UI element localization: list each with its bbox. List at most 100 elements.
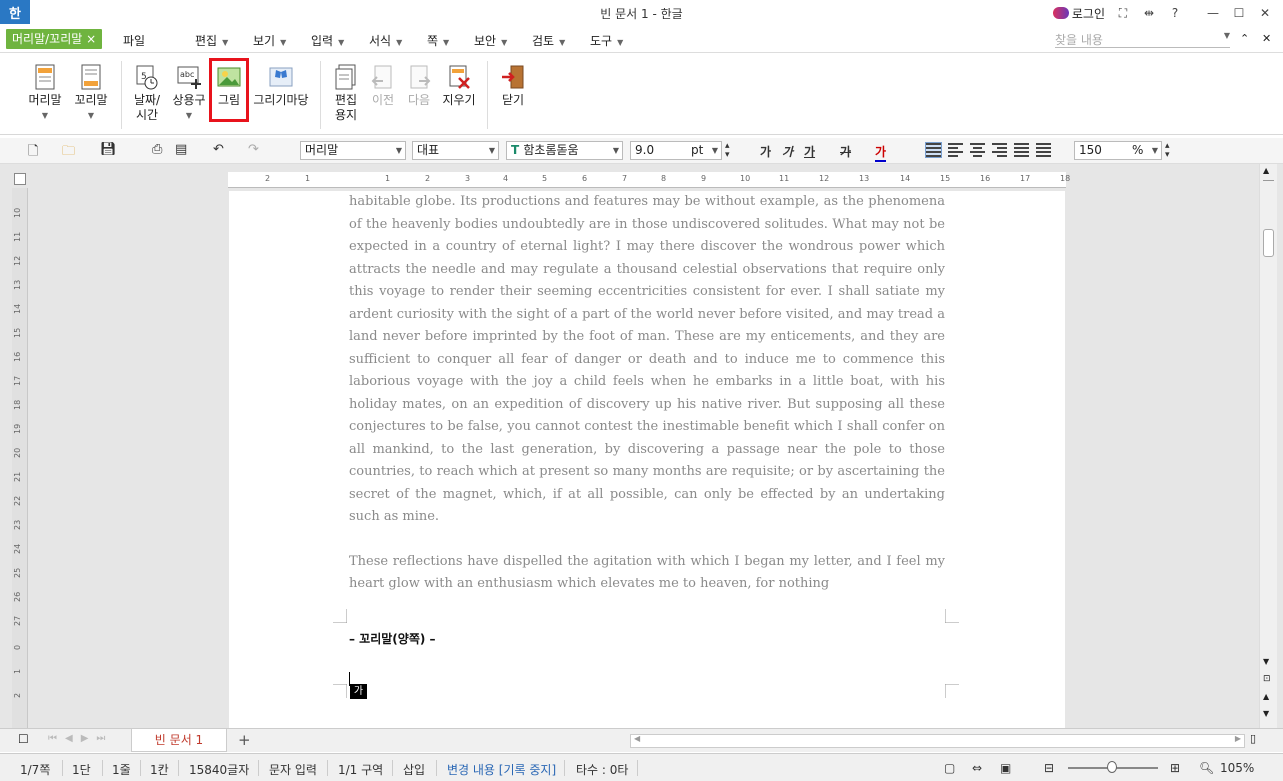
menu-review[interactable]: 검토 ▼: [532, 32, 565, 49]
account-icon: [1052, 7, 1069, 19]
login-button[interactable]: 로그인: [1052, 5, 1105, 22]
new-doc-icon[interactable]: 🗋: [28, 142, 38, 164]
scroll-left-icon[interactable]: ◀: [634, 734, 640, 743]
font-size-input[interactable]: 9.0 pt ▼: [630, 141, 722, 160]
ruler-corner-button[interactable]: [14, 173, 26, 185]
tab-nav-icons[interactable]: ⏮◀▶⏭: [48, 733, 113, 744]
zoom-select[interactable]: 150% ▼: [1074, 141, 1162, 160]
align-right-button[interactable]: [992, 143, 1007, 157]
erase-button[interactable]: 지우기: [440, 61, 478, 108]
status-page[interactable]: 1/7쪽: [20, 761, 50, 778]
horizontal-scrollbar[interactable]: ◀ ▶: [630, 734, 1245, 748]
italic-button[interactable]: 가: [782, 143, 793, 160]
add-tab-button[interactable]: +: [238, 731, 251, 749]
edit-paper-button[interactable]: 편집 용지: [330, 61, 362, 123]
ruler-tick-label: 12: [13, 255, 22, 266]
status-insert-mode[interactable]: 삽입: [403, 761, 425, 778]
minimize-icon[interactable]: —: [1205, 6, 1221, 20]
ruler-tick-label: 14: [13, 303, 22, 314]
status-track-changes[interactable]: 변경 내용 [기록 중지]: [447, 761, 556, 778]
scroll-right-icon[interactable]: ▶: [1235, 734, 1241, 743]
ruler-tick-label: 16: [13, 351, 22, 362]
page-up-icon[interactable]: ⊡: [1263, 674, 1271, 684]
style-select[interactable]: 머리말 ▼: [300, 141, 406, 160]
vertical-ruler[interactable]: 10 11 12 13 14 15 16 17 18 19 20 21 22 23 24 25 26 27 0 1 2: [12, 188, 28, 728]
menu-format[interactable]: 서식 ▼: [369, 32, 402, 49]
align-divide-button[interactable]: [1036, 143, 1051, 157]
menu-page[interactable]: 쪽 ▼: [427, 32, 449, 49]
header-footer-context-tab[interactable]: 머리말/꼬리말 ×: [6, 29, 103, 49]
help-icon[interactable]: ?: [1167, 6, 1183, 20]
horizontal-ruler[interactable]: 2 1 1 2 3 4 5 6 7 8 9 10 11 12 13 14 15 16 17 18: [228, 172, 1070, 188]
ruler-tick-label: 23: [13, 519, 22, 530]
prev-button[interactable]: 이전: [368, 61, 398, 108]
status-char: 1칸: [150, 763, 169, 777]
datetime-label-1: 날짜/: [133, 93, 161, 107]
status-column: 1단: [72, 763, 91, 777]
menu-edit[interactable]: 편집 ▼: [195, 32, 228, 49]
document-page[interactable]: habitable globe. Its productions and fea…: [229, 191, 1065, 728]
tab-document[interactable]: 빈 문서 1: [131, 729, 227, 752]
align-justify-button[interactable]: [925, 142, 942, 158]
zoom-in-icon[interactable]: ⊞: [1170, 761, 1180, 775]
view-normal-icon[interactable]: ▢: [944, 761, 955, 775]
highlight-box: [209, 58, 249, 122]
paper-icon: [333, 63, 359, 91]
zoom-slider-knob[interactable]: [1107, 761, 1117, 773]
align-center-button[interactable]: [970, 143, 985, 157]
maximize-icon[interactable]: ☐: [1231, 6, 1247, 20]
bold-button[interactable]: 가: [760, 143, 771, 160]
footer-area-label: – 꼬리말(양쪽) –: [349, 630, 440, 647]
font-color-button[interactable]: 가: [875, 143, 887, 162]
close-icon[interactable]: ✕: [1257, 6, 1273, 20]
scroll-down-icon[interactable]: ▼: [1263, 657, 1269, 666]
footer-label: 꼬리말: [74, 93, 108, 107]
menu-insert[interactable]: 입력 ▼: [311, 32, 344, 49]
underline-button[interactable]: 가: [804, 143, 815, 160]
next-button[interactable]: 다음: [404, 61, 434, 108]
vertical-scrollbar[interactable]: ▲ ▼ ⊡ ▲ ▼: [1259, 164, 1277, 728]
scroll-thumb[interactable]: [1263, 229, 1274, 257]
redo-icon[interactable]: ↷: [248, 142, 259, 157]
menu-security[interactable]: 보안 ▼: [474, 32, 507, 49]
ruler-tick-label: 10: [740, 174, 751, 183]
status-zoom[interactable]: 105%: [1220, 761, 1254, 775]
menu-view[interactable]: 보기 ▼: [253, 32, 286, 49]
ruler-tick-label: 15: [13, 327, 22, 338]
zoom-stepper[interactable]: ▴ ▾: [1165, 142, 1170, 160]
menu-file[interactable]: 파일: [123, 32, 145, 49]
language-select[interactable]: 대표 ▼: [412, 141, 499, 160]
resize-icon[interactable]: ⇹: [1141, 6, 1157, 20]
font-select[interactable]: T 함초롬돋움 ▼: [506, 141, 623, 160]
zoom-out-icon[interactable]: ⊟: [1044, 761, 1054, 775]
zoom-magnifier-icon[interactable]: 🔍︎: [1199, 761, 1214, 775]
search-input[interactable]: 찾을 내용 ▼: [1055, 31, 1230, 48]
size-stepper[interactable]: ▴ ▾: [725, 142, 730, 160]
print-icon[interactable]: ⎙: [152, 142, 162, 157]
open-folder-icon[interactable]: 🗀: [62, 142, 75, 164]
preview-icon[interactable]: ▤: [175, 142, 187, 157]
view-toggle-icon[interactable]: ☐: [18, 732, 29, 746]
menu-tools[interactable]: 도구 ▼: [590, 32, 623, 49]
ribbon-close-icon[interactable]: ✕: [1262, 32, 1271, 45]
scroll-up-icon[interactable]: ▲: [1263, 166, 1269, 175]
datetime-button[interactable]: 5 날짜/ 시간: [130, 61, 164, 123]
next-page-icon[interactable]: ▼: [1263, 709, 1269, 718]
footer-button[interactable]: 꼬리말 ▼: [72, 61, 110, 123]
view-page-icon[interactable]: ▣: [1000, 761, 1011, 775]
view-width-icon[interactable]: ⇔: [972, 761, 982, 775]
header-button[interactable]: 머리말 ▼: [28, 61, 62, 123]
strikethrough-button[interactable]: 가: [840, 143, 851, 160]
align-left-button[interactable]: [948, 143, 963, 157]
align-distribute-button[interactable]: [1014, 143, 1029, 157]
search-dropdown-icon[interactable]: ▼: [1224, 31, 1230, 40]
ribbon-collapse-icon[interactable]: ⌃: [1240, 32, 1249, 45]
phrase-button[interactable]: abc 상용구 ▼: [170, 61, 208, 123]
close-header-footer-button[interactable]: 닫기: [497, 61, 529, 108]
save-icon[interactable]: 💾︎: [100, 142, 117, 157]
drawing-button[interactable]: 그리기마당: [252, 61, 310, 108]
split-handle-icon[interactable]: ▯: [1250, 732, 1256, 745]
prev-page-icon[interactable]: ▲: [1263, 692, 1269, 701]
undo-icon[interactable]: ↶: [213, 142, 224, 157]
fullscreen-icon[interactable]: ⛶: [1115, 6, 1131, 21]
